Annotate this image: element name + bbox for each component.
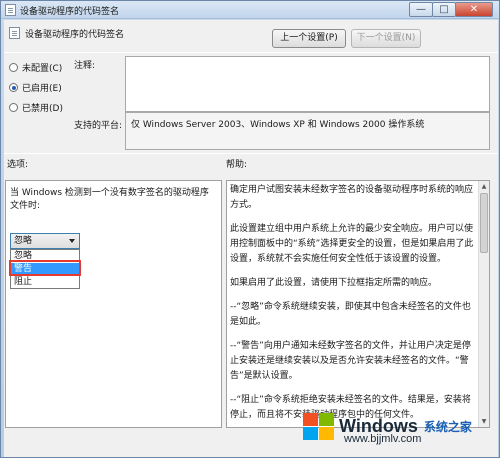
radio-circle[interactable]	[9, 83, 18, 92]
scroll-thumb[interactable]	[480, 193, 488, 253]
scroll-up-icon[interactable]: ▲	[479, 181, 489, 192]
radio-circle[interactable]	[9, 63, 18, 72]
comment-label: 注释:	[74, 61, 96, 71]
radio-label: 未配置(C)	[22, 64, 63, 74]
response-dropdown[interactable]: 忽略	[10, 233, 80, 249]
policy-window: 设备驱动程序的代码签名 — □ ✕ 设备驱动程序的代码签名 上一个设置(P) 下…	[0, 0, 500, 458]
help-paragraph: 确定用户试图安装未经数字签名的设备驱动程序时系统的响应方式。	[230, 185, 474, 210]
next-setting-button[interactable]: 下一个设置(N)	[351, 29, 421, 48]
help-section-label: 帮助:	[226, 160, 248, 170]
setting-icon	[9, 27, 20, 39]
options-panel: 当 Windows 检测到一个没有数字签名的驱动程序文件时:	[5, 180, 222, 428]
windows-logo-icon	[301, 411, 335, 441]
previous-setting-button[interactable]: 上一个设置(P)	[272, 29, 346, 48]
window-controls: — □ ✕	[409, 2, 493, 17]
policy-name: 设备驱动程序的代码签名	[25, 30, 125, 40]
dropdown-option-block[interactable]: 阻止	[11, 276, 79, 289]
radio-enabled[interactable]: 已启用(E)	[9, 81, 62, 94]
header-divider	[4, 52, 498, 53]
options-divider	[4, 153, 498, 154]
highlight-annotation	[9, 260, 81, 276]
help-paragraph: --“警告”向用户通知未经数字签名的文件，并让用户决定是停止安装还是继续安装以及…	[230, 341, 471, 381]
maximize-button[interactable]: □	[432, 2, 456, 17]
help-panel[interactable]: 确定用户试图安装未经数字签名的设备驱动程序时系统的响应方式。 此设置建立组中用户…	[226, 180, 490, 428]
help-scrollbar[interactable]: ▲ ▼	[478, 181, 489, 427]
watermark-site-name: 系统之家	[423, 419, 472, 434]
window-content: 设备驱动程序的代码签名 上一个设置(P) 下一个设置(N) 未配置(C) 已启用…	[4, 20, 498, 457]
title-bar[interactable]: 设备驱动程序的代码签名 — □ ✕	[1, 1, 499, 19]
comment-textbox[interactable]	[125, 56, 490, 112]
radio-disabled[interactable]: 已禁用(D)	[9, 101, 63, 114]
radio-circle[interactable]	[9, 103, 18, 112]
minimize-button[interactable]: —	[409, 2, 433, 17]
radio-not-configured[interactable]: 未配置(C)	[9, 61, 62, 74]
radio-label: 已禁用(D)	[22, 104, 63, 114]
chevron-down-icon	[69, 239, 75, 243]
dropdown-value: 忽略	[14, 236, 33, 246]
platform-field: 仅 Windows Server 2003、Windows XP 和 Windo…	[125, 112, 490, 150]
help-paragraph: 如果启用了此设置，请使用下拉框指定所需的响应。	[230, 278, 438, 288]
close-button[interactable]: ✕	[455, 2, 493, 17]
options-description: 当 Windows 检测到一个没有数字签名的驱动程序文件时:	[10, 188, 209, 211]
scroll-down-icon[interactable]: ▼	[479, 416, 489, 427]
policy-icon	[5, 4, 16, 16]
radio-label: 已启用(E)	[22, 84, 62, 94]
help-text: 确定用户试图安装未经数字签名的设备驱动程序时系统的响应方式。 此设置建立组中用户…	[230, 183, 478, 427]
help-paragraph: 此设置建立组中用户系统上允许的最少安全响应。用户可以使用控制面板中的“系统”选择…	[230, 224, 474, 264]
watermark-url: www.bjjmlv.com	[344, 433, 422, 445]
options-section-label: 选项:	[7, 160, 29, 170]
help-paragraph: --“忽略”命令系统继续安装，即使其中包含未经签名的文件也是如此。	[230, 302, 471, 327]
platform-label: 支持的平台:	[74, 121, 123, 131]
window-title: 设备驱动程序的代码签名	[20, 7, 120, 17]
